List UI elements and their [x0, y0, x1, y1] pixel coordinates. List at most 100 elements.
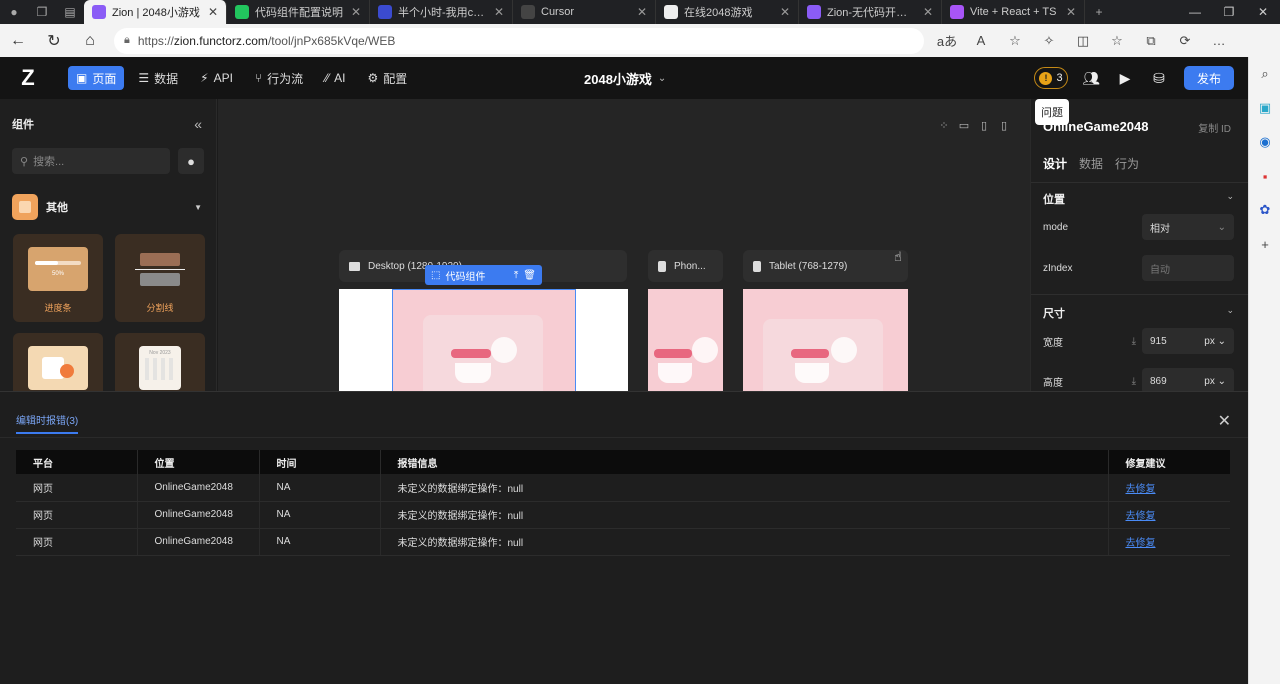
- delete-icon[interactable]: 🗑︎: [523, 270, 536, 281]
- copy-id-button[interactable]: 复制 ID: [1198, 120, 1231, 135]
- browser-tab[interactable]: Zion | 2048小游戏 ✕: [84, 0, 227, 24]
- column-header: 位置: [137, 450, 260, 474]
- nav-item-3[interactable]: ⑂ 行为流: [247, 66, 311, 90]
- nav-label: 行为流: [267, 71, 304, 86]
- maximize-button[interactable]: ❐: [1212, 0, 1246, 24]
- design-canvas[interactable]: ⁘ ▭ ▯ ▯ Desktop (1280-1920) ⬚ 代码组件 ⤒ 🗑︎ …: [218, 99, 1030, 391]
- frame-tab-tablet[interactable]: Tablet (768-1279): [743, 250, 908, 282]
- constraint-icon[interactable]: ⤓: [1132, 376, 1136, 387]
- phone-icon[interactable]: ▯: [996, 117, 1012, 133]
- zion-logo[interactable]: Z: [0, 57, 56, 99]
- text-size-icon[interactable]: A: [964, 24, 998, 57]
- nav-item-5[interactable]: ⚙ 配置: [360, 66, 416, 90]
- nav-item-2[interactable]: ⚡ API: [192, 66, 241, 90]
- browser-tab[interactable]: Vite + React + TS ✕: [942, 0, 1085, 24]
- close-tab-icon[interactable]: ✕: [351, 5, 361, 19]
- play-preview-icon[interactable]: ▶: [1108, 65, 1142, 91]
- favorite-star-icon[interactable]: ☆: [998, 24, 1032, 57]
- frame-tab-phone[interactable]: Phon...: [648, 250, 723, 282]
- read-aloud-icon[interactable]: aあ: [930, 24, 964, 57]
- database-icon[interactable]: ⛁: [1142, 65, 1176, 91]
- nav-item-0[interactable]: ▣ 页面: [68, 66, 125, 90]
- close-tab-icon[interactable]: ✕: [494, 5, 504, 19]
- split-screen-icon[interactable]: ◫: [1066, 24, 1100, 57]
- close-tab-icon[interactable]: ✕: [1066, 5, 1076, 19]
- fix-link[interactable]: 去修复: [1108, 501, 1230, 529]
- unit-select[interactable]: px ⌄: [1204, 376, 1226, 387]
- phone-preview[interactable]: [648, 289, 723, 391]
- mode-select[interactable]: 相对 ⌄: [1142, 214, 1234, 240]
- width-input[interactable]: 915 px ⌄: [1142, 328, 1234, 354]
- table-cell: 未定义的数据绑定操作：null: [380, 474, 1109, 502]
- position-section[interactable]: 位置 ⌄: [1043, 191, 1234, 207]
- collapse-panel-icon[interactable]: «: [194, 116, 202, 132]
- component-search-input[interactable]: ⚲ 搜索...: [12, 148, 170, 174]
- reload-button[interactable]: ↻: [36, 24, 72, 57]
- more-menu-icon[interactable]: …: [1202, 24, 1236, 57]
- progress-fill: [35, 261, 58, 265]
- collections-icon[interactable]: ⧉: [1134, 24, 1168, 57]
- close-tab-icon[interactable]: ✕: [780, 5, 790, 19]
- issues-badge[interactable]: ! 3: [1034, 67, 1068, 89]
- browser-tab[interactable]: 半个小时-我用cursor ✕: [370, 0, 513, 24]
- tab-edit-errors[interactable]: 编辑时报错(3): [16, 412, 79, 434]
- category-header[interactable]: 其他 ▼: [0, 174, 216, 220]
- paw-icon[interactable]: ✿: [1249, 193, 1280, 227]
- app-icon[interactable]: ▪: [1249, 159, 1280, 193]
- unit-select[interactable]: px ⌄: [1204, 336, 1226, 347]
- close-tab-icon[interactable]: ✕: [923, 5, 933, 19]
- browser-tab[interactable]: 代码组件配置说明 ✕: [227, 0, 370, 24]
- browser-tab[interactable]: Zion-无代码开发-毛 ✕: [799, 0, 942, 24]
- caret-down-icon: ▼: [194, 202, 202, 212]
- url-input[interactable]: 🔒︎ https://zion.functorz.com/tool/jnPx68…: [114, 27, 924, 54]
- tab-behavior[interactable]: 行为: [1115, 155, 1139, 172]
- fix-link[interactable]: 去修复: [1108, 474, 1230, 502]
- desktop-icon[interactable]: ▭: [956, 117, 972, 133]
- back-button[interactable]: ←: [0, 24, 36, 57]
- project-title[interactable]: 2048小游戏 ⌄: [584, 69, 666, 88]
- profile-icon[interactable]: ●: [0, 0, 28, 24]
- component-divider[interactable]: 分割线: [115, 234, 205, 322]
- move-to-top-icon[interactable]: ⤒: [514, 270, 518, 281]
- close-icon[interactable]: ✕: [1218, 411, 1231, 431]
- translate-icon[interactable]: ▣: [1249, 91, 1280, 125]
- tablet-preview[interactable]: [743, 289, 908, 391]
- component-progress-bar[interactable]: 50% 进度条: [13, 234, 103, 322]
- add-sidebar-app-icon[interactable]: +: [1249, 227, 1280, 261]
- desktop-preview[interactable]: [339, 289, 628, 391]
- nav-item-4[interactable]: ⁄⁄ AI: [317, 66, 353, 90]
- nav-item-1[interactable]: ☰ 数据: [130, 66, 186, 90]
- browser-tab[interactable]: Cursor ✕: [513, 0, 656, 24]
- publish-button[interactable]: 发布: [1184, 66, 1234, 90]
- width-row: 宽度 ⤓ 915 px ⌄: [1043, 328, 1234, 354]
- tablet-icon[interactable]: ▯: [976, 117, 992, 133]
- minimize-button[interactable]: —: [1178, 0, 1212, 24]
- zindex-input[interactable]: 自动: [1142, 255, 1234, 281]
- selected-component-chip[interactable]: ⬚ 代码组件 ⤒ 🗑︎: [425, 265, 542, 285]
- home-button[interactable]: ⌂: [72, 24, 108, 57]
- table-cell: 未定义的数据绑定操作：null: [380, 501, 1109, 529]
- favorites-icon[interactable]: ☆: [1100, 24, 1134, 57]
- close-tab-icon[interactable]: ✕: [208, 5, 218, 19]
- github-icon[interactable]: ●: [178, 148, 204, 174]
- tab-actions-icon[interactable]: ▤: [56, 0, 84, 24]
- copilot-icon[interactable]: ⟳: [1168, 24, 1202, 57]
- close-tab-icon[interactable]: ✕: [637, 5, 647, 19]
- tab-data[interactable]: 数据: [1079, 155, 1103, 172]
- users-icon[interactable]: 👥︎: [1074, 65, 1108, 91]
- outlook-icon[interactable]: ◉: [1249, 125, 1280, 159]
- browser-tab[interactable]: 在线2048游戏 ✕: [656, 0, 799, 24]
- table-cell: NA: [259, 501, 381, 529]
- progress-thumb: 50%: [28, 247, 88, 291]
- workspaces-icon[interactable]: ❐: [28, 0, 56, 24]
- close-window-button[interactable]: ✕: [1246, 0, 1280, 24]
- new-tab-button[interactable]: +: [1085, 0, 1113, 24]
- extensions-icon[interactable]: ✧: [1032, 24, 1066, 57]
- constraint-icon[interactable]: ⤓: [1132, 336, 1136, 347]
- image-thumb: [28, 346, 88, 390]
- size-section[interactable]: 尺寸 ⌄: [1043, 305, 1234, 321]
- search-icon[interactable]: ⌕: [1249, 57, 1280, 91]
- fix-link[interactable]: 去修复: [1108, 528, 1230, 556]
- tab-design[interactable]: 设计: [1043, 155, 1067, 172]
- all-devices-icon[interactable]: ⁘: [936, 117, 952, 133]
